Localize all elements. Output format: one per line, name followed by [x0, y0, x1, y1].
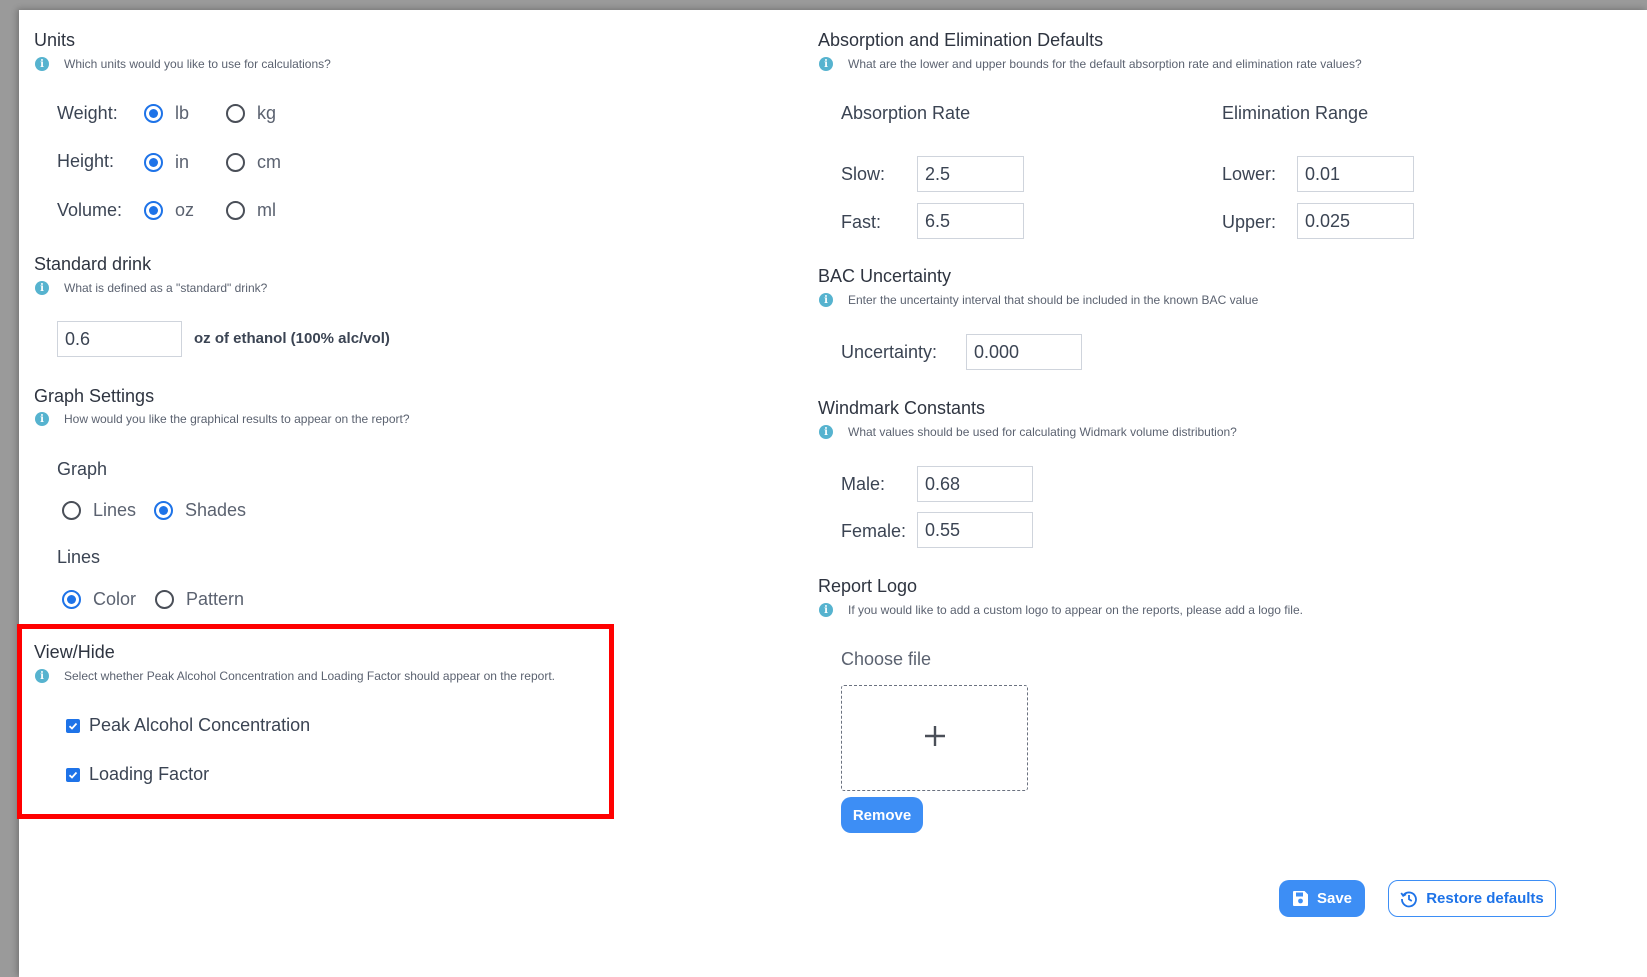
standard-drink-input[interactable] [57, 321, 182, 357]
absorption-title: Absorption and Elimination Defaults [818, 30, 1104, 50]
info-icon: i [35, 412, 49, 426]
volume-oz-radio[interactable]: oz [144, 200, 194, 221]
units-hint: i Which units would you like to use for … [35, 57, 331, 71]
lower-input[interactable] [1297, 156, 1414, 192]
logo-upload-dropzone[interactable] [841, 685, 1028, 791]
radio-checked-icon [62, 590, 81, 609]
uncertainty-input[interactable] [966, 334, 1082, 370]
bac-title: BAC Uncertainty [818, 266, 952, 286]
report-logo-title: Report Logo [818, 576, 918, 596]
windmark-hint: i What values should be used for calcula… [819, 425, 1237, 439]
volume-label: Volume: [57, 200, 123, 220]
height-in-label: in [175, 152, 190, 172]
slow-label: Slow: [841, 164, 886, 184]
graph-shades-label: Shades [185, 500, 247, 520]
radio-unchecked-icon [226, 153, 245, 172]
bac-hint-text: Enter the uncertainty interval that shou… [848, 293, 1259, 307]
weight-kg-label: kg [257, 103, 277, 123]
radio-unchecked-icon [226, 201, 245, 220]
lower-label: Lower: [1222, 164, 1277, 184]
weight-lb-radio[interactable]: lb [144, 103, 189, 124]
height-cm-label: cm [257, 152, 281, 172]
info-icon: i [819, 293, 833, 307]
remove-button[interactable]: Remove [841, 797, 923, 833]
lines-color-radio[interactable]: Color [62, 589, 136, 610]
plus-icon [924, 725, 946, 752]
female-label: Female: [841, 521, 907, 541]
save-icon [1292, 890, 1309, 907]
graph-shades-radio[interactable]: Shades [154, 500, 246, 521]
radio-unchecked-icon [62, 501, 81, 520]
restore-defaults-button[interactable]: Restore defaults [1388, 880, 1556, 917]
units-hint-text: Which units would you like to use for ca… [64, 57, 331, 71]
lines-pattern-label: Pattern [186, 589, 245, 609]
absorption-rate-subtitle: Absorption Rate [841, 103, 971, 123]
radio-unchecked-icon [226, 104, 245, 123]
lines-pattern-radio[interactable]: Pattern [155, 589, 244, 610]
graph-lines-radio[interactable]: Lines [62, 500, 136, 521]
upper-label: Upper: [1222, 212, 1277, 232]
radio-checked-icon [144, 104, 163, 123]
highlight-annotation [17, 624, 614, 819]
uncertainty-label: Uncertainty: [841, 342, 938, 362]
save-button[interactable]: Save [1279, 880, 1365, 917]
volume-oz-label: oz [175, 200, 195, 220]
choose-file-label: Choose file [841, 649, 932, 669]
report-logo-hint-text: If you would like to add a custom logo t… [848, 603, 1303, 617]
volume-ml-label: ml [257, 200, 276, 220]
lines-color-label: Color [93, 589, 137, 609]
volume-ml-radio[interactable]: ml [226, 200, 276, 221]
radio-checked-icon [144, 153, 163, 172]
restore-icon [1400, 890, 1418, 908]
radio-checked-icon [144, 201, 163, 220]
height-in-radio[interactable]: in [144, 152, 189, 173]
info-icon: i [819, 425, 833, 439]
lines-subtitle: Lines [57, 547, 101, 567]
info-icon: i [35, 57, 49, 71]
standard-drink-title: Standard drink [34, 254, 152, 274]
elimination-range-subtitle: Elimination Range [1222, 103, 1369, 123]
upper-input[interactable] [1297, 203, 1414, 239]
weight-kg-radio[interactable]: kg [226, 103, 276, 124]
height-label: Height: [57, 151, 115, 171]
info-icon: i [819, 57, 833, 71]
absorption-hint: i What are the lower and upper bounds fo… [819, 57, 1362, 71]
height-cm-radio[interactable]: cm [226, 152, 281, 173]
bac-hint: i Enter the uncertainty interval that sh… [819, 293, 1258, 307]
standard-drink-unit: oz of ethanol (100% alc/vol) [194, 330, 390, 347]
units-title: Units [34, 30, 76, 50]
restore-defaults-label: Restore defaults [1426, 890, 1544, 907]
male-label: Male: [841, 474, 886, 494]
male-input[interactable] [917, 466, 1033, 502]
graph-settings-hint-text: How would you like the graphical results… [64, 412, 410, 426]
windmark-title: Windmark Constants [818, 398, 986, 418]
report-logo-hint: i If you would like to add a custom logo… [819, 603, 1303, 617]
graph-lines-label: Lines [93, 500, 137, 520]
info-icon: i [35, 281, 49, 295]
radio-unchecked-icon [155, 590, 174, 609]
radio-checked-icon [154, 501, 173, 520]
fast-input[interactable] [917, 203, 1024, 239]
graph-subtitle: Graph [57, 459, 108, 479]
windmark-hint-text: What values should be used for calculati… [848, 425, 1237, 439]
absorption-hint-text: What are the lower and upper bounds for … [848, 57, 1362, 71]
female-input[interactable] [917, 512, 1033, 548]
save-label: Save [1316, 890, 1353, 907]
weight-lb-label: lb [175, 103, 190, 123]
graph-settings-hint: i How would you like the graphical resul… [35, 412, 410, 426]
slow-input[interactable] [917, 156, 1024, 192]
fast-label: Fast: [841, 212, 882, 232]
standard-drink-hint: i What is defined as a "standard" drink? [35, 281, 267, 295]
standard-drink-hint-text: What is defined as a "standard" drink? [64, 281, 268, 295]
info-icon: i [819, 603, 833, 617]
graph-settings-title: Graph Settings [34, 386, 155, 406]
weight-label: Weight: [57, 103, 118, 123]
